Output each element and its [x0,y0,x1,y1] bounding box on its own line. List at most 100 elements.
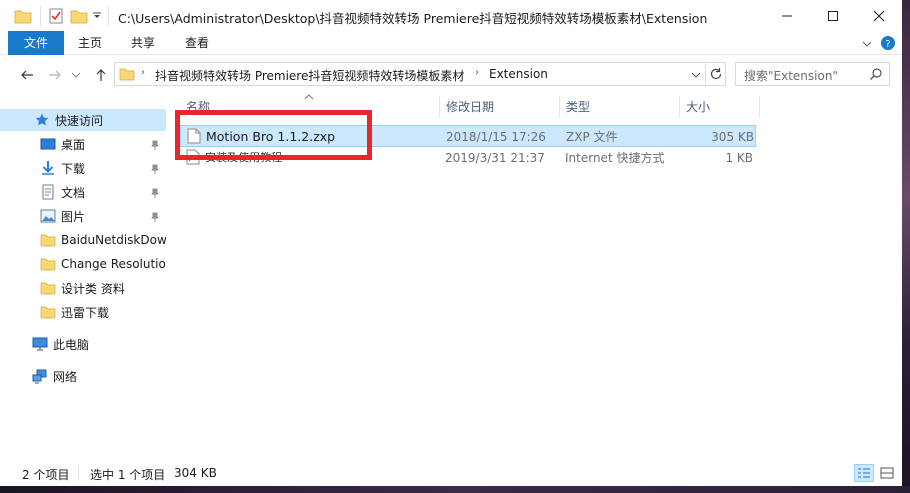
tab-home[interactable]: 主页 [66,31,114,55]
forward-button[interactable] [46,66,64,84]
table-row[interactable]: 安装及使用教程 2019/3/31 21:37 Internet 快捷方式 1 … [180,147,756,169]
chevron-down-icon[interactable] [862,38,872,52]
file-explorer-window: C:\Users\Administrator\Desktop\抖音视频特效转场 … [0,0,902,486]
maximize-button[interactable] [810,0,856,31]
up-button[interactable] [92,66,110,84]
tab-view[interactable]: 查看 [172,31,222,55]
details-view-icon [858,468,870,478]
desktop-icon [40,136,56,152]
folder-icon [40,280,56,296]
desktop-background-bottom [0,486,910,493]
pin-icon[interactable] [150,163,160,174]
large-icons-view-button[interactable] [877,464,897,482]
breadcrumb-parent[interactable]: 抖音视频特效转场 Premiere抖音短视频特效转场模板素材 [155,67,464,84]
navigation-pane: 快速访问 桌面 下载 文档 图片 BaiduNetdiskDow Change … [0,96,166,460]
nav-item-folder[interactable]: Change Resolutio [0,253,166,275]
pin-icon[interactable] [150,187,160,198]
file-name: Motion Bro 1.1.2.zxp [206,129,336,144]
separator [78,466,79,480]
pin-icon[interactable] [150,139,160,150]
address-bar[interactable]: › 抖音视频特效转场 Premiere抖音短视频特效转场模板素材 › Exten… [114,62,726,86]
file-name: 安装及使用教程 [205,151,282,164]
file-size: 1 KB [725,151,753,165]
item-count: 2 个项目 [22,468,70,482]
nav-item-desktop[interactable]: 桌面 [0,133,166,155]
tab-share[interactable]: 共享 [118,31,168,55]
separator [705,63,706,85]
file-type: ZXP 文件 [566,130,618,144]
chevron-down-icon[interactable] [691,69,701,83]
pin-icon[interactable] [150,211,160,222]
network-icon [32,368,48,384]
download-icon [40,160,56,176]
refresh-icon[interactable] [709,67,723,84]
details-view-button[interactable] [854,464,874,482]
nav-item-folder[interactable]: 迅雷下载 [0,301,166,323]
nav-label: 图片 [61,209,86,224]
file-type: Internet 快捷方式 [565,151,665,165]
folder-icon [40,304,56,320]
file-size: 305 KB [711,130,754,144]
nav-item-pictures[interactable]: 图片 [0,205,166,227]
close-button[interactable] [856,0,902,31]
folder-icon [119,66,135,85]
nav-item-documents[interactable]: 文档 [0,181,166,203]
nav-item-downloads[interactable]: 下载 [0,157,166,179]
title-bar: C:\Users\Administrator\Desktop\抖音视频特效转场 … [0,0,902,31]
minimize-icon [782,15,792,16]
nav-item-folder[interactable]: 设计类 资料 [0,277,166,299]
selected-size: 304 KB [174,466,217,480]
folder-icon [14,7,32,25]
star-icon [34,112,50,128]
ribbon: 文件 主页 共享 查看 ? [0,31,902,55]
recent-locations-button[interactable] [70,66,82,84]
folder-icon [40,256,56,272]
arrow-left-icon [21,70,33,80]
column-header-type[interactable]: 类型 [560,96,680,118]
arrow-up-icon [96,69,106,81]
breadcrumb-current[interactable]: Extension [489,67,548,81]
chevron-down-icon [71,72,81,78]
search-icon[interactable] [869,67,883,84]
nav-label: 迅雷下载 [61,305,110,320]
chevron-down-icon[interactable] [92,10,102,28]
nav-label: BaiduNetdiskDow [61,233,166,247]
table-row[interactable]: Motion Bro 1.1.2.zxp 2018/1/15 17:26 ZXP… [180,125,756,147]
picture-icon [40,208,56,224]
column-header-size[interactable]: 大小 [680,96,760,118]
folder-icon [40,232,56,248]
svg-text:?: ? [885,39,890,50]
nav-network[interactable]: 网络 [0,365,166,387]
search-input[interactable]: 搜索"Extension" [744,67,838,84]
nav-quick-access[interactable]: 快速访问 [0,109,166,131]
new-folder-icon[interactable] [70,7,88,25]
properties-icon[interactable] [47,7,65,25]
nav-label: Change Resolutio [61,257,166,271]
column-header-modified[interactable]: 修改日期 [440,96,560,118]
help-icon[interactable]: ? [880,35,896,54]
tab-file[interactable]: 文件 [8,31,64,55]
nav-this-pc[interactable]: 此电脑 [0,333,166,355]
nav-label: 网络 [53,369,78,384]
document-icon [40,184,56,200]
desktop-background-right [902,0,910,493]
window-title: C:\Users\Administrator\Desktop\抖音视频特效转场 … [118,11,708,26]
computer-icon [32,336,48,352]
separator [108,6,109,26]
close-icon [873,10,885,21]
nav-label: 设计类 资料 [61,281,125,296]
breadcrumb-separator-icon[interactable]: › [475,67,479,78]
maximize-icon [828,10,838,21]
nav-item-folder[interactable]: BaiduNetdiskDow [0,229,166,251]
search-box[interactable]: 搜索"Extension" [735,62,890,86]
nav-label: 桌面 [61,137,86,152]
nav-label: 快速访问 [55,113,104,128]
separator [40,6,41,26]
breadcrumb-separator-icon[interactable]: › [141,67,145,78]
minimize-button[interactable] [764,0,810,31]
column-header-name[interactable]: 名称 [180,96,440,118]
large-icons-view-icon [880,467,894,479]
selected-count: 选中 1 个项目 [90,468,166,482]
back-button[interactable] [18,66,36,84]
shortcut-icon [186,149,200,171]
